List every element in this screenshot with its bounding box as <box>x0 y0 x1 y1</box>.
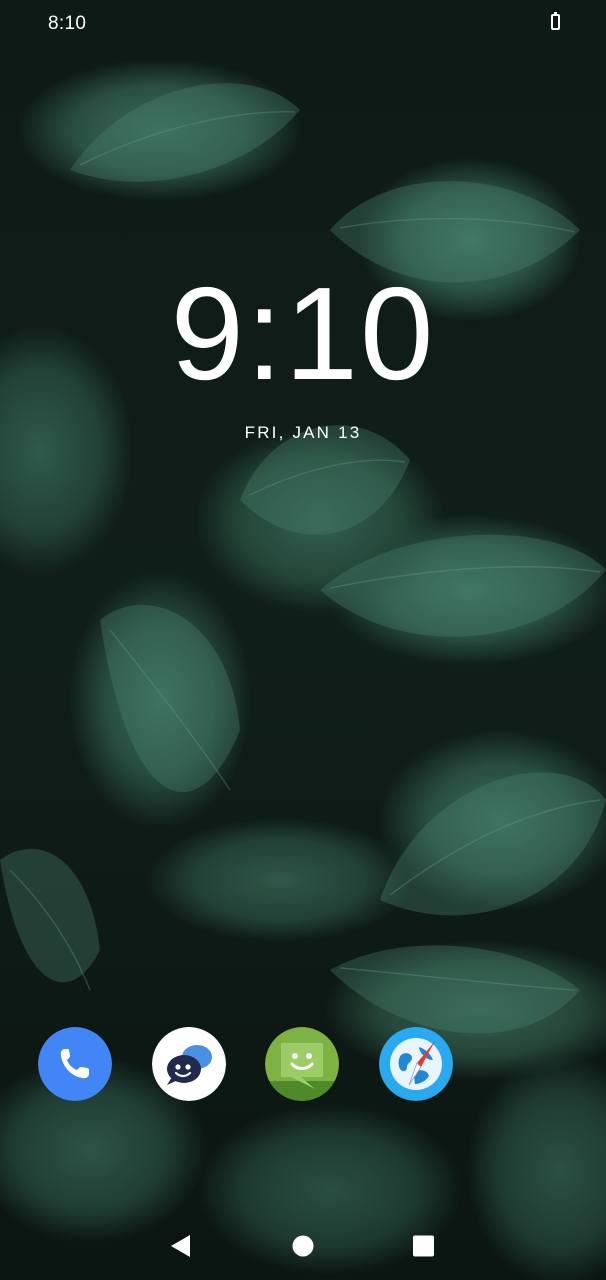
lock-clock: 9:10 <box>170 260 436 407</box>
messaging-app-icon[interactable] <box>265 1027 339 1101</box>
back-triangle-icon <box>171 1235 190 1257</box>
home-circle-icon <box>292 1235 314 1257</box>
phone-app-icon[interactable] <box>38 1027 112 1101</box>
recents-button[interactable] <box>409 1232 439 1260</box>
status-bar: 8:10 <box>0 0 606 48</box>
back-button[interactable] <box>166 1232 196 1260</box>
smiley-message-icon <box>265 1027 339 1101</box>
messenger-app-icon[interactable] <box>152 1027 226 1101</box>
lock-screen: 8:10 9:10 FRI, JAN 13 <box>0 0 606 1280</box>
home-button[interactable] <box>288 1232 318 1260</box>
recents-square-icon <box>413 1235 434 1257</box>
browser-app-icon[interactable] <box>379 1027 453 1101</box>
navigation-bar <box>0 1212 606 1280</box>
lock-date: FRI, JAN 13 <box>244 423 362 442</box>
battery-icon <box>551 12 560 30</box>
status-time: 8:10 <box>48 13 87 34</box>
chat-bubbles-icon <box>152 1027 226 1101</box>
phone-icon <box>38 1027 112 1101</box>
globe-compass-icon <box>379 1027 453 1101</box>
